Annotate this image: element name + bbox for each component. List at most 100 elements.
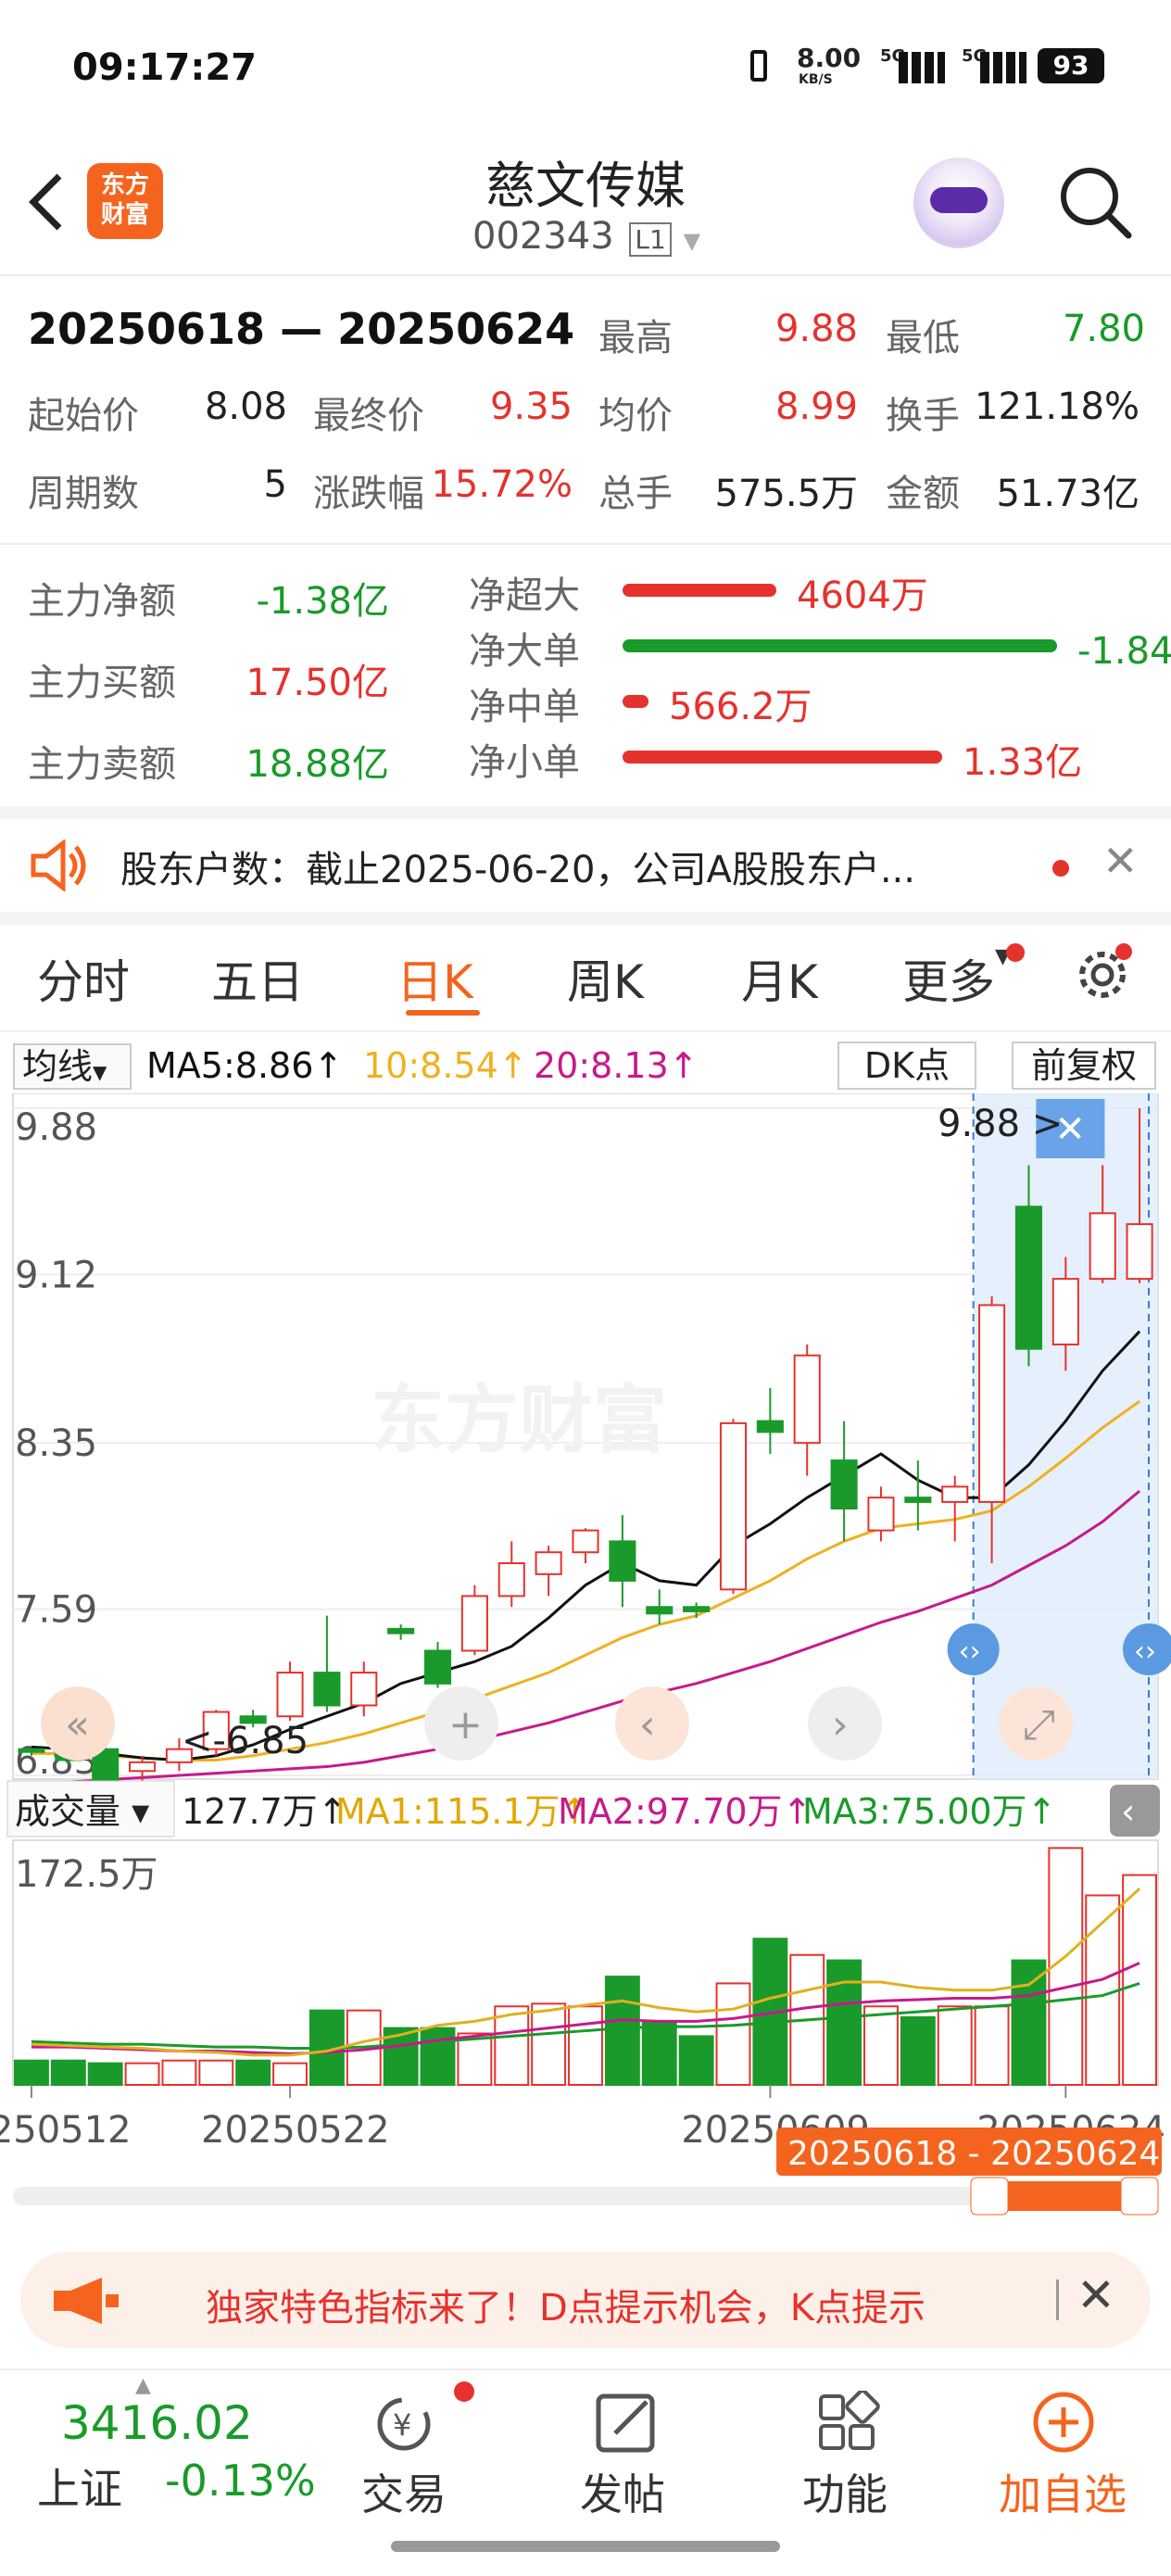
- settings-button[interactable]: [1075, 943, 1132, 1003]
- volume-bar: [678, 2035, 714, 2086]
- fund-value: -1.38亿: [256, 580, 390, 623]
- dk-point-button[interactable]: DK点: [837, 1042, 976, 1090]
- handle-arrows-icon: ‹›: [1134, 1635, 1156, 1668]
- candle-body: [867, 1496, 895, 1532]
- candle-body: [1051, 1278, 1079, 1345]
- candle-body: [609, 1540, 636, 1582]
- candle-body: [793, 1354, 821, 1445]
- fund-bar: [623, 751, 942, 764]
- add-watchlist-button[interactable]: 加自选: [991, 2381, 1140, 2520]
- crosshair-icon: +: [448, 1701, 483, 1749]
- vol-ma1: MA1:115.1万↑: [335, 1791, 589, 1832]
- net-unit: KB/S: [799, 72, 833, 87]
- edit-icon: [596, 2393, 655, 2453]
- battery-icon: 93: [1038, 48, 1104, 83]
- notice-bar[interactable]: 股东户数：截止2025-06-20，公司A股股东户... ✕: [0, 819, 1171, 912]
- notice-close-icon[interactable]: ✕: [1102, 836, 1139, 886]
- tab-0[interactable]: 分时: [37, 945, 130, 1012]
- handle-arrows-icon: ‹›: [959, 1635, 981, 1668]
- caret-down-icon: ▼: [683, 228, 701, 254]
- volume-bar: [124, 2062, 160, 2087]
- ma5-value: MA5:8.86↑: [146, 1045, 344, 1086]
- volume-bar: [568, 2005, 603, 2087]
- candle-body: [1126, 1223, 1153, 1281]
- candle-body: [756, 1420, 784, 1433]
- period-stat-value: 575.5万: [714, 473, 858, 515]
- prev-icon: ‹: [639, 1701, 656, 1749]
- nav-post[interactable]: 发帖: [565, 2381, 686, 2520]
- volume-bar: [715, 1982, 751, 2086]
- y-tick-label: 8.35: [15, 1422, 97, 1465]
- period-stat-value: 121.18%: [975, 385, 1140, 428]
- x-tick-label: 20250522: [201, 2109, 390, 2152]
- volume-bar: [974, 2005, 1010, 2087]
- tab-1[interactable]: 五日: [211, 945, 304, 1012]
- scroll-handle-right[interactable]: [1120, 2177, 1159, 2216]
- vibrate-icon: [750, 50, 767, 82]
- ma10-value: 10:8.54↑: [363, 1045, 528, 1086]
- stock-code-selector[interactable]: 002343 L1 ▼: [472, 215, 700, 258]
- candle-body: [350, 1672, 378, 1707]
- plus-circle-icon: [1033, 2392, 1094, 2453]
- volume-bar: [13, 2059, 49, 2086]
- candle-body: [460, 1595, 488, 1652]
- vol-ma2: MA2:97.70万↑: [558, 1791, 812, 1832]
- candle-body: [276, 1672, 304, 1718]
- candle-body: [904, 1496, 932, 1503]
- scroll-handle-left[interactable]: [970, 2177, 1009, 2216]
- fund-bar-label: 净超大: [469, 575, 580, 617]
- robot-assistant-icon[interactable]: [913, 158, 1004, 248]
- candle-body: [535, 1551, 562, 1575]
- volume-bar: [937, 2005, 973, 2087]
- tab-2[interactable]: 日K: [397, 945, 473, 1012]
- volume-title: 成交量 ▾: [15, 1791, 149, 1832]
- fullscreen-icon: ⤢: [1023, 1701, 1055, 1749]
- volume-bar: [863, 2005, 899, 2087]
- index-name: 上证: [37, 2464, 122, 2514]
- volume-bar: [272, 2062, 308, 2087]
- candle-body: [978, 1304, 1006, 1503]
- period-stat-value: 5: [263, 463, 287, 506]
- volume-bar: [198, 2059, 234, 2086]
- index-value: 3416.02: [61, 2396, 253, 2450]
- nav-trade[interactable]: ¥ 交易: [343, 2381, 474, 2520]
- status-icons: 8.00 KB/S 5G 5G 93: [741, 43, 1112, 89]
- tab-5[interactable]: 更多▼: [902, 945, 1011, 1012]
- kline-chart[interactable]: 东方财富9.889.128.357.596.83✕9.88 ><-6.85‹› ‹…: [0, 1093, 1171, 2242]
- candle-body: [313, 1672, 341, 1707]
- period-stat-value: 51.73亿: [996, 473, 1140, 515]
- adjust-price-button[interactable]: 前复权: [1012, 1042, 1156, 1090]
- search-button[interactable]: [1056, 163, 1134, 241]
- ma20-value: 20:8.13↑: [534, 1045, 699, 1086]
- promo-close-icon[interactable]: ✕: [1077, 2268, 1115, 2322]
- nav-functions[interactable]: 功能: [787, 2381, 908, 2520]
- volume-bar: [161, 2059, 197, 2086]
- period-stat-value: 9.35: [489, 385, 573, 428]
- tab-4[interactable]: 月K: [741, 945, 818, 1012]
- volume-bar: [87, 2062, 123, 2087]
- index-ticker[interactable]: ▲ 3416.02 上证 -0.13%: [0, 2374, 324, 2520]
- promo-text: 独家特色指标来了！D点提示机会，K点提示: [206, 2287, 926, 2330]
- volume-current: 127.7万↑: [182, 1791, 347, 1832]
- volume-bar: [900, 2015, 936, 2087]
- home-indicator: [391, 2541, 780, 2552]
- fund-bar: [623, 584, 776, 597]
- volume-bar: [420, 2027, 456, 2087]
- tab-underline: [406, 1010, 480, 1016]
- fund-label: 主力买额: [28, 662, 176, 704]
- volume-bar: [826, 1959, 863, 2086]
- stock-code: 002343: [472, 215, 614, 258]
- fund-label: 主力净额: [28, 580, 176, 623]
- fund-bar-label: 净小单: [469, 741, 580, 784]
- vol-ma3: MA3:75.00万↑: [802, 1791, 1056, 1832]
- volume-bar: [1011, 1959, 1047, 2086]
- tab-3[interactable]: 周K: [567, 945, 644, 1012]
- volume-bar: [641, 2021, 677, 2086]
- volume-bar: [235, 2059, 271, 2086]
- promo-divider: [1056, 2279, 1059, 2320]
- volume-bar: [494, 2005, 530, 2087]
- promo-banner[interactable]: 独家特色指标来了！D点提示机会，K点提示 ✕: [20, 2252, 1151, 2348]
- ma-selector[interactable]: 均线▼: [13, 1043, 132, 1090]
- index-change: -0.13%: [165, 2456, 316, 2506]
- low-label: <-6.85: [182, 1720, 308, 1762]
